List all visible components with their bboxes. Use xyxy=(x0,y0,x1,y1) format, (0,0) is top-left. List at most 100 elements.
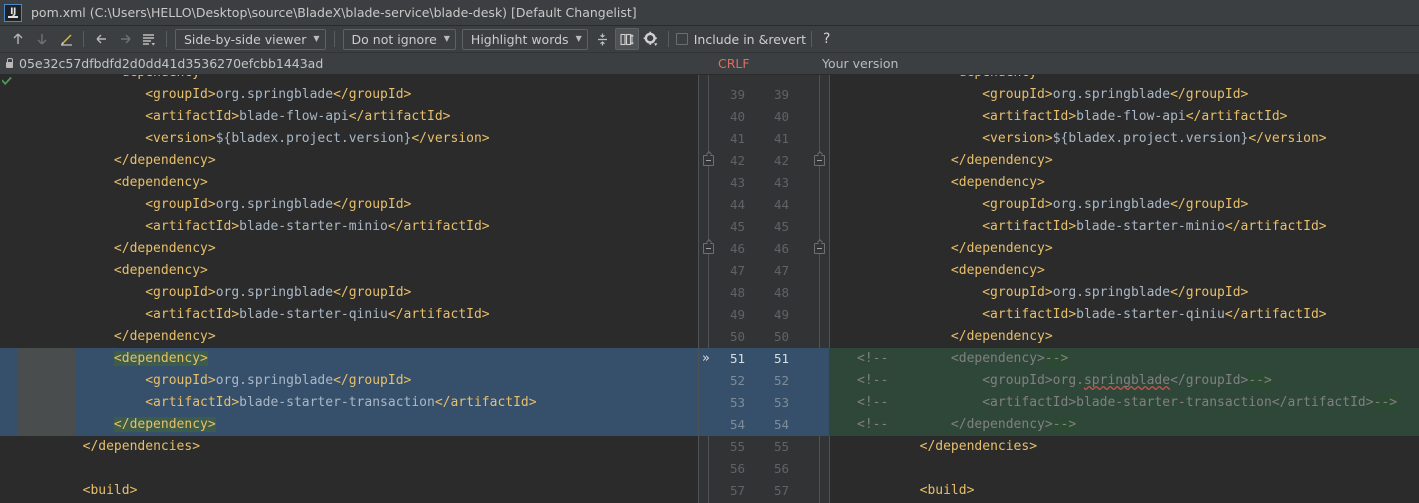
left-line-number: 50 xyxy=(729,329,745,344)
code-line[interactable]: <version>${bladex.project.version}</vers… xyxy=(0,128,699,150)
left-code-area[interactable]: <dependency> <groupId>org.springblade</g… xyxy=(0,75,699,503)
viewer-mode-dropdown[interactable]: Side-by-side viewer ▼ xyxy=(175,28,326,50)
code-line[interactable]: <!-- </dependency>--> xyxy=(829,414,1419,436)
right-editor-pane[interactable]: <dependency> <groupId>org.springblade</g… xyxy=(829,75,1419,503)
code-line[interactable]: <build> xyxy=(0,480,699,502)
xml-tag-token: </artifactId> xyxy=(434,395,537,410)
accept-right-button[interactable] xyxy=(113,28,137,50)
code-line[interactable]: </dependency> xyxy=(0,414,699,436)
edit-source-button[interactable] xyxy=(54,28,78,50)
left-line-number: 51 xyxy=(729,351,745,366)
xml-tag-token: <build> xyxy=(919,483,975,498)
chevron-down-icon: ▼ xyxy=(575,34,582,43)
code-line[interactable]: <!-- <artifactId>blade-starter-transacti… xyxy=(829,392,1419,414)
code-line[interactable]: <dependency> xyxy=(829,75,1419,84)
apply-change-arrow-icon[interactable]: » xyxy=(702,351,710,366)
code-line[interactable] xyxy=(829,458,1419,480)
code-line[interactable]: <dependency> xyxy=(0,348,699,370)
code-line[interactable]: </dependency> xyxy=(829,326,1419,348)
fold-region-marker[interactable] xyxy=(703,155,714,166)
checkbox-box xyxy=(675,33,688,45)
code-line[interactable]: <artifactId>blade-starter-minio</artifac… xyxy=(829,216,1419,238)
code-line[interactable]: </dependency> xyxy=(0,238,699,260)
code-line[interactable]: <groupId>org.springblade</groupId> xyxy=(0,282,699,304)
intellij-idea-logo-icon: IJ xyxy=(4,3,22,22)
code-line[interactable]: <dependency> xyxy=(829,260,1419,282)
fold-region-marker[interactable] xyxy=(703,243,714,254)
help-button[interactable]: ? xyxy=(817,31,836,47)
left-line-number: 46 xyxy=(729,241,745,256)
xml-text-token: org.springblade xyxy=(1052,197,1171,212)
code-line[interactable]: <dependency> xyxy=(0,260,699,282)
xml-tag-token: <groupId> xyxy=(145,197,216,212)
previous-difference-button[interactable] xyxy=(6,28,30,50)
xml-text-token: org.springblade xyxy=(1052,285,1171,300)
diff-viewer: <dependency> <groupId>org.springblade</g… xyxy=(0,75,1419,503)
xml-text-token: org.springblade xyxy=(215,197,334,212)
code-line[interactable]: <dependency> xyxy=(829,172,1419,194)
code-line[interactable]: <dependency> xyxy=(0,172,699,194)
diff-settings-button[interactable] xyxy=(639,28,663,50)
code-line[interactable]: <artifactId>blade-starter-transaction</a… xyxy=(0,392,699,414)
accept-left-button[interactable] xyxy=(89,28,113,50)
gutter-row: 43 43 xyxy=(699,172,829,194)
chevron-down-icon: ▼ xyxy=(443,34,450,43)
code-line[interactable]: <artifactId>blade-starter-minio</artifac… xyxy=(0,216,699,238)
ignore-policy-label: Do not ignore xyxy=(351,31,437,47)
code-line[interactable]: </dependency> xyxy=(829,150,1419,172)
xml-tag-token: </groupId> xyxy=(333,373,412,388)
include-in-revert-checkbox[interactable]: Include in &revert xyxy=(675,31,807,47)
code-line[interactable]: </dependency> xyxy=(0,150,699,172)
next-difference-button[interactable] xyxy=(30,28,54,50)
code-line[interactable]: <groupId>org.springblade</groupId> xyxy=(829,194,1419,216)
toolbar-separator xyxy=(333,31,335,47)
comment-token: </groupId> xyxy=(1170,373,1249,388)
left-line-number: 41 xyxy=(729,131,745,146)
code-line[interactable]: <!-- <groupId>org.springblade</groupId>-… xyxy=(829,370,1419,392)
code-line[interactable]: </dependency> xyxy=(829,238,1419,260)
code-line[interactable]: <groupId>org.springblade</groupId> xyxy=(0,84,699,106)
left-editor-pane[interactable]: <dependency> <groupId>org.springblade</g… xyxy=(0,75,699,503)
fold-region-marker[interactable] xyxy=(814,243,825,254)
code-line[interactable]: <build> xyxy=(829,480,1419,502)
fold-region-marker[interactable] xyxy=(814,155,825,166)
code-line[interactable]: <groupId>org.springblade</groupId> xyxy=(0,194,699,216)
xml-tag-token: <dependency> xyxy=(951,75,1045,80)
xml-tag-token: </artifactId> xyxy=(1224,307,1327,322)
xml-tag-token: <dependency> xyxy=(113,351,208,366)
xml-tag-token: </groupId> xyxy=(333,197,412,212)
diff-gutter[interactable]: 39 39 40 40 41 41 42 42 43 43 44 44 45 45 46 46 47 47 48 48… xyxy=(699,75,829,503)
code-line[interactable]: </dependency> xyxy=(0,326,699,348)
code-line[interactable]: <!-- <dependency>--> xyxy=(829,348,1419,370)
xml-text-token: blade-flow-api xyxy=(1076,109,1186,124)
right-code-area[interactable]: <dependency> <groupId>org.springblade</g… xyxy=(829,75,1419,503)
code-line[interactable]: <version>${bladex.project.version}</vers… xyxy=(829,128,1419,150)
gutter-row: 41 41 xyxy=(699,128,829,150)
code-line[interactable]: <artifactId>blade-flow-api</artifactId> xyxy=(0,106,699,128)
code-line[interactable]: <artifactId>blade-starter-qiniu</artifac… xyxy=(0,304,699,326)
code-line[interactable] xyxy=(0,458,699,480)
collapse-unchanged-fragments-button[interactable] xyxy=(591,28,615,50)
code-line[interactable]: <groupId>org.springblade</groupId> xyxy=(0,370,699,392)
comment-token: --> xyxy=(1248,373,1272,388)
synchronize-scroll-button[interactable] xyxy=(614,28,639,50)
include-in-revert-label: Include in &revert xyxy=(693,31,807,47)
code-line[interactable]: <groupId>org.springblade</groupId> xyxy=(829,84,1419,106)
code-line[interactable]: <groupId>org.springblade</groupId> xyxy=(829,282,1419,304)
xml-text-token: ${bladex.project.version} xyxy=(1052,131,1249,146)
code-line[interactable]: <artifactId>blade-starter-qiniu</artifac… xyxy=(829,304,1419,326)
synchronize-scroll-icon xyxy=(620,33,634,45)
code-line[interactable]: <dependency> xyxy=(0,75,699,84)
code-line[interactable]: </dependencies> xyxy=(0,436,699,458)
right-line-number: 44 xyxy=(773,197,789,212)
code-line[interactable]: </dependencies> xyxy=(829,436,1419,458)
revert-options-button[interactable] xyxy=(137,28,161,50)
highlight-policy-dropdown[interactable]: Highlight words ▼ xyxy=(461,28,588,50)
ignore-policy-dropdown[interactable]: Do not ignore ▼ xyxy=(342,28,456,50)
code-line[interactable]: <artifactId>blade-flow-api</artifactId> xyxy=(829,106,1419,128)
